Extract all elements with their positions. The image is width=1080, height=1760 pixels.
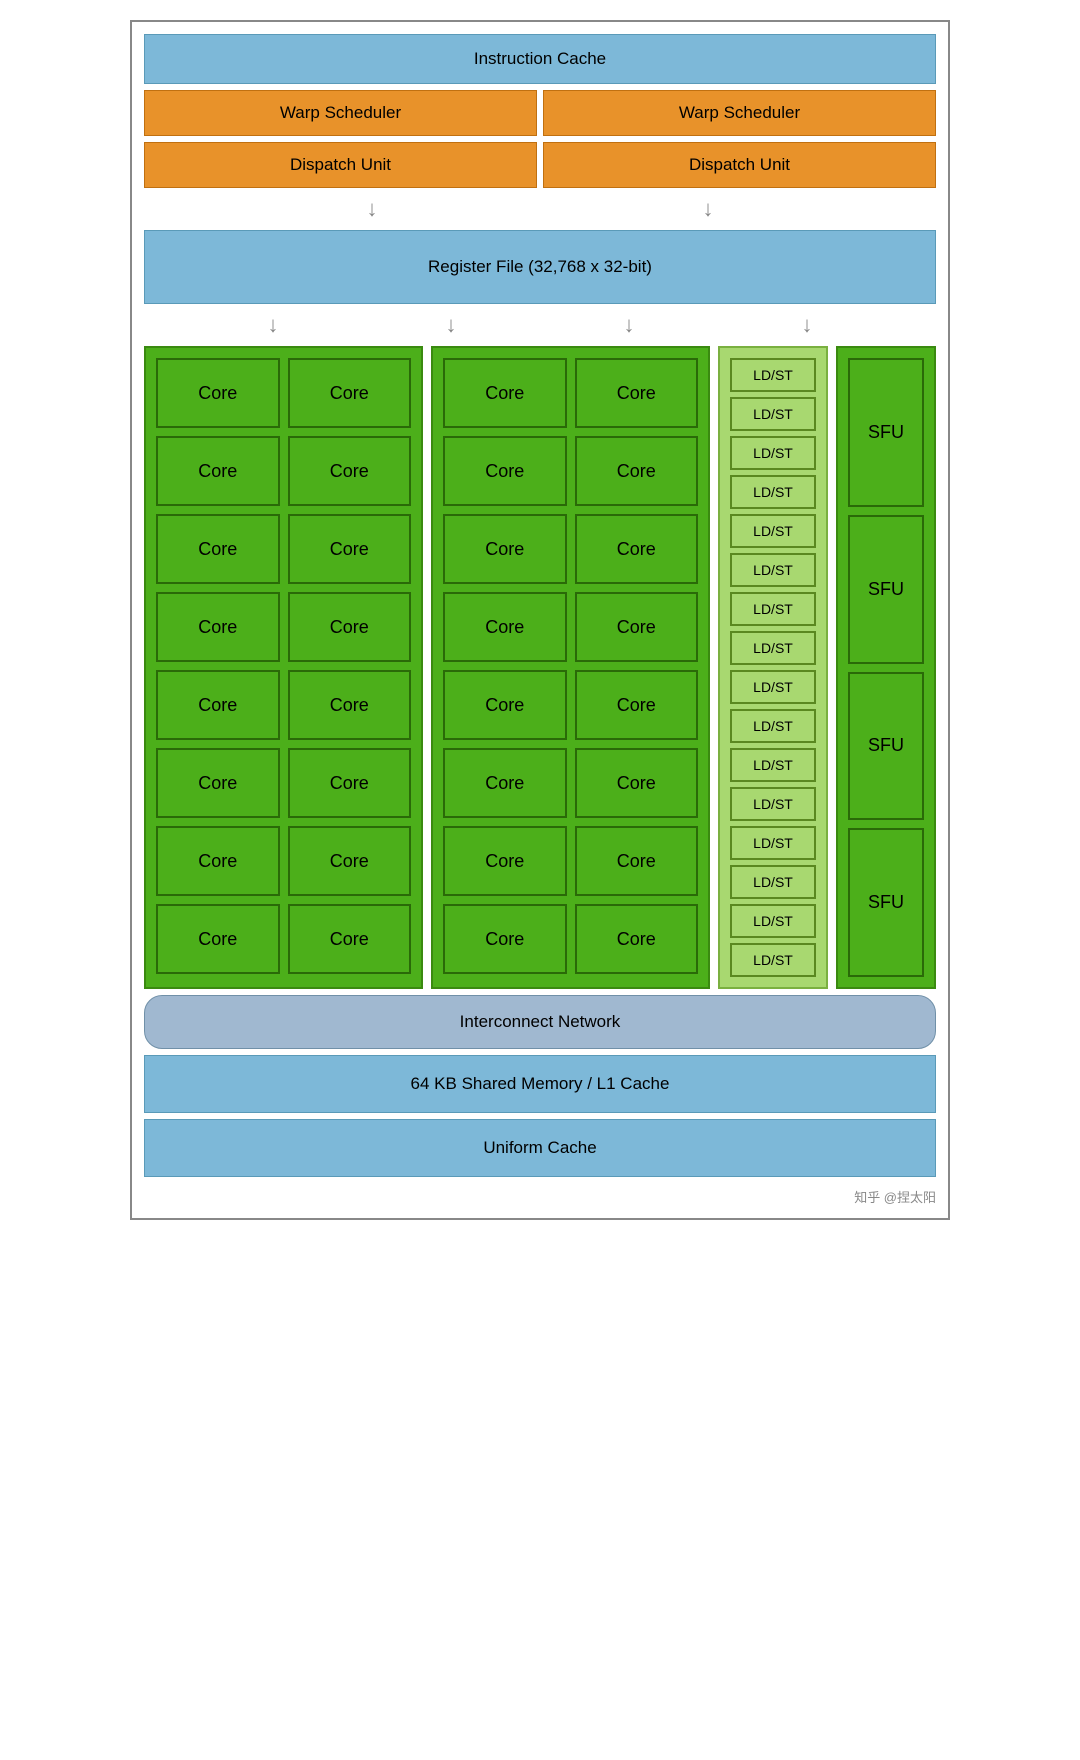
core-pair-1-6: Core Core — [156, 748, 411, 818]
core-column-2: Core Core Core Core Core Core Core Core … — [431, 346, 710, 989]
core-pair-2-7: Core Core — [443, 826, 698, 896]
core-2-3-a: Core — [443, 514, 567, 584]
core-2-4-b: Core — [575, 592, 699, 662]
arrow-1: ↓ — [367, 196, 378, 222]
ldst-10: LD/ST — [730, 709, 816, 743]
arrow-6: ↓ — [802, 312, 813, 338]
ldst-12: LD/ST — [730, 787, 816, 821]
core-pair-1-3: Core Core — [156, 514, 411, 584]
ldst-11: LD/ST — [730, 748, 816, 782]
core-pair-1-5: Core Core — [156, 670, 411, 740]
core-1-5-a: Core — [156, 670, 280, 740]
core-1-3-a: Core — [156, 514, 280, 584]
core-1-7-b: Core — [288, 826, 412, 896]
dispatch-unit-row: Dispatch Unit Dispatch Unit — [144, 142, 936, 188]
core-1-2-a: Core — [156, 436, 280, 506]
core-column-1: Core Core Core Core Core Core Core Core … — [144, 346, 423, 989]
core-2-2-b: Core — [575, 436, 699, 506]
core-2-6-a: Core — [443, 748, 567, 818]
core-2-4-a: Core — [443, 592, 567, 662]
core-pair-2-6: Core Core — [443, 748, 698, 818]
arrows-to-grid: ↓ ↓ ↓ ↓ — [144, 310, 936, 340]
core-1-2-b: Core — [288, 436, 412, 506]
arrows-to-register: ↓ ↓ — [144, 194, 936, 224]
core-pair-1-2: Core Core — [156, 436, 411, 506]
core-1-4-a: Core — [156, 592, 280, 662]
core-1-8-a: Core — [156, 904, 280, 974]
arrow-4: ↓ — [446, 312, 457, 338]
arrow-3: ↓ — [268, 312, 279, 338]
main-grid: Core Core Core Core Core Core Core Core … — [144, 346, 936, 989]
warp-scheduler-row: Warp Scheduler Warp Scheduler — [144, 90, 936, 136]
dispatch-unit-1: Dispatch Unit — [144, 142, 537, 188]
core-pair-2-1: Core Core — [443, 358, 698, 428]
core-pair-2-3: Core Core — [443, 514, 698, 584]
ldst-6: LD/ST — [730, 553, 816, 587]
core-1-5-b: Core — [288, 670, 412, 740]
watermark: 知乎 @捏太阳 — [144, 1183, 936, 1206]
core-2-8-a: Core — [443, 904, 567, 974]
core-2-7-b: Core — [575, 826, 699, 896]
ldst-15: LD/ST — [730, 904, 816, 938]
core-pair-1-1: Core Core — [156, 358, 411, 428]
arrow-5: ↓ — [624, 312, 635, 338]
core-1-4-b: Core — [288, 592, 412, 662]
ldst-7: LD/ST — [730, 592, 816, 626]
ldst-16: LD/ST — [730, 943, 816, 977]
interconnect-network: Interconnect Network — [144, 995, 936, 1049]
warp-scheduler-1: Warp Scheduler — [144, 90, 537, 136]
core-pair-2-4: Core Core — [443, 592, 698, 662]
core-2-6-b: Core — [575, 748, 699, 818]
core-pair-1-7: Core Core — [156, 826, 411, 896]
ldst-4: LD/ST — [730, 475, 816, 509]
register-file: Register File (32,768 x 32-bit) — [144, 230, 936, 304]
core-2-5-a: Core — [443, 670, 567, 740]
core-2-8-b: Core — [575, 904, 699, 974]
core-pair-2-5: Core Core — [443, 670, 698, 740]
core-2-7-a: Core — [443, 826, 567, 896]
core-1-1-a: Core — [156, 358, 280, 428]
warp-scheduler-2: Warp Scheduler — [543, 90, 936, 136]
core-2-3-b: Core — [575, 514, 699, 584]
core-1-1-b: Core — [288, 358, 412, 428]
ldst-13: LD/ST — [730, 826, 816, 860]
core-pair-2-2: Core Core — [443, 436, 698, 506]
ldst-column: LD/ST LD/ST LD/ST LD/ST LD/ST LD/ST LD/S… — [718, 346, 828, 989]
core-1-3-b: Core — [288, 514, 412, 584]
diagram-container: Instruction Cache Warp Scheduler Warp Sc… — [130, 20, 950, 1220]
core-2-1-b: Core — [575, 358, 699, 428]
core-2-2-a: Core — [443, 436, 567, 506]
uniform-cache: Uniform Cache — [144, 1119, 936, 1177]
ldst-8: LD/ST — [730, 631, 816, 665]
core-2-5-b: Core — [575, 670, 699, 740]
shared-memory: 64 KB Shared Memory / L1 Cache — [144, 1055, 936, 1113]
sfu-1: SFU — [848, 358, 924, 507]
core-1-7-a: Core — [156, 826, 280, 896]
core-2-1-a: Core — [443, 358, 567, 428]
sfu-column: SFU SFU SFU SFU — [836, 346, 936, 989]
sfu-4: SFU — [848, 828, 924, 977]
dispatch-unit-2: Dispatch Unit — [543, 142, 936, 188]
instruction-cache: Instruction Cache — [144, 34, 936, 84]
ldst-2: LD/ST — [730, 397, 816, 431]
arrow-2: ↓ — [703, 196, 714, 222]
ldst-9: LD/ST — [730, 670, 816, 704]
sfu-3: SFU — [848, 672, 924, 821]
ldst-3: LD/ST — [730, 436, 816, 470]
ldst-14: LD/ST — [730, 865, 816, 899]
sfu-2: SFU — [848, 515, 924, 664]
core-1-6-a: Core — [156, 748, 280, 818]
core-pair-2-8: Core Core — [443, 904, 698, 974]
ldst-1: LD/ST — [730, 358, 816, 392]
core-1-8-b: Core — [288, 904, 412, 974]
core-1-6-b: Core — [288, 748, 412, 818]
core-pair-1-4: Core Core — [156, 592, 411, 662]
ldst-5: LD/ST — [730, 514, 816, 548]
core-pair-1-8: Core Core — [156, 904, 411, 974]
